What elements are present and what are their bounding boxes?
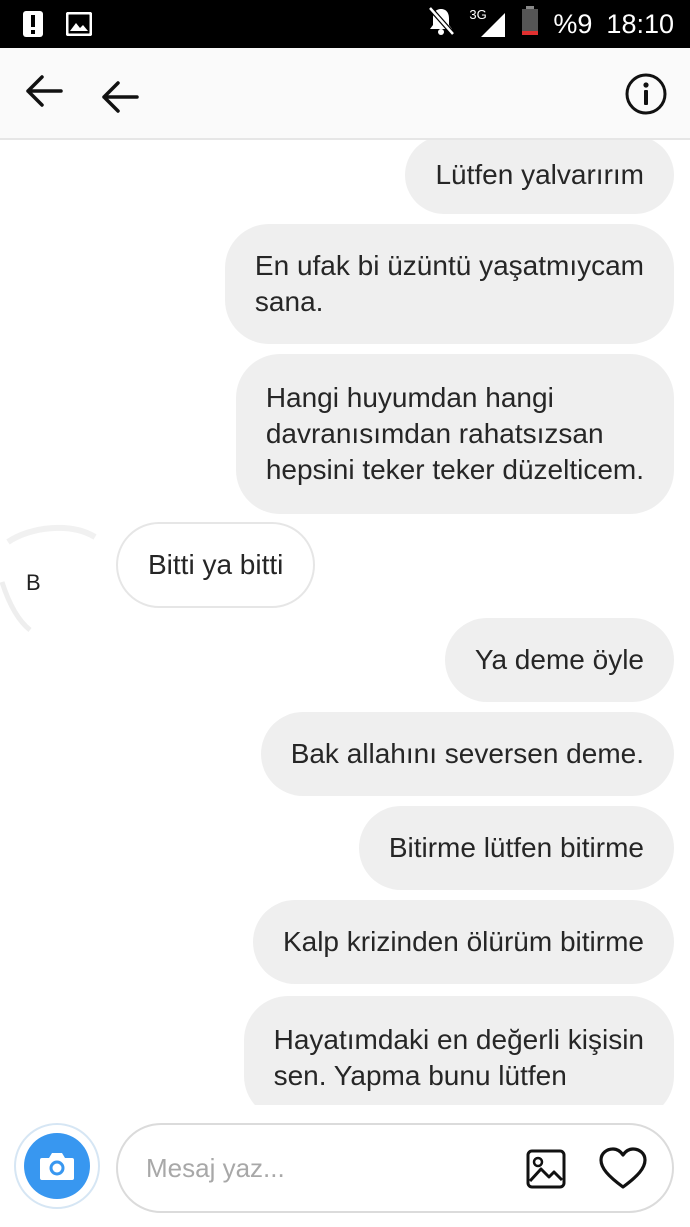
message-bubble-outgoing: Bitirme lütfen bitirme xyxy=(358,806,674,890)
composer xyxy=(0,1105,690,1227)
clock: 18:10 xyxy=(606,8,674,39)
heart-icon[interactable] xyxy=(598,1147,648,1196)
contact-avatar-initial: B xyxy=(26,570,41,595)
message-bubble-outgoing: Kalp krizinden ölürüm bitirme xyxy=(252,900,674,984)
top-bar xyxy=(0,48,690,140)
message-bubble-outgoing: Hangi huyumdan hangi davranısımdan rahat… xyxy=(235,354,674,514)
alert-icon xyxy=(22,10,44,43)
battery-percent: %9 xyxy=(553,8,593,39)
message-bubble-outgoing: Bak allahını seversen deme. xyxy=(260,712,674,796)
gallery-icon[interactable] xyxy=(524,1147,568,1196)
back-arrow-icon[interactable] xyxy=(24,74,64,113)
message-thread[interactable]: Lütfen yalvarırım En ufak bi üzüntü yaşa… xyxy=(0,140,690,1105)
image-notification-icon xyxy=(65,11,93,41)
battery-icon xyxy=(521,5,539,43)
message-bubble-incoming: Bitti ya bitti xyxy=(116,522,316,608)
mute-bell-icon xyxy=(427,5,456,43)
info-icon[interactable] xyxy=(624,72,668,121)
message-bubble-outgoing: Hayatımdaki en değerli kişisin sen. Yapm… xyxy=(243,996,674,1105)
message-composer-box xyxy=(116,1123,674,1213)
contact-avatar xyxy=(0,524,97,632)
back-arrow-icon[interactable] xyxy=(100,80,140,119)
status-bar: 3G %9 18:10 xyxy=(0,0,690,48)
camera-button[interactable] xyxy=(14,1123,100,1209)
camera-icon xyxy=(40,1153,74,1180)
message-input[interactable] xyxy=(146,1125,506,1211)
signal-icon: 3G xyxy=(469,7,507,39)
message-bubble-outgoing: Lütfen yalvarırım xyxy=(405,140,674,214)
message-bubble-outgoing: En ufak bi üzüntü yaşatmıycam sana. xyxy=(224,224,674,344)
message-bubble-outgoing: Ya deme öyle xyxy=(444,618,674,702)
